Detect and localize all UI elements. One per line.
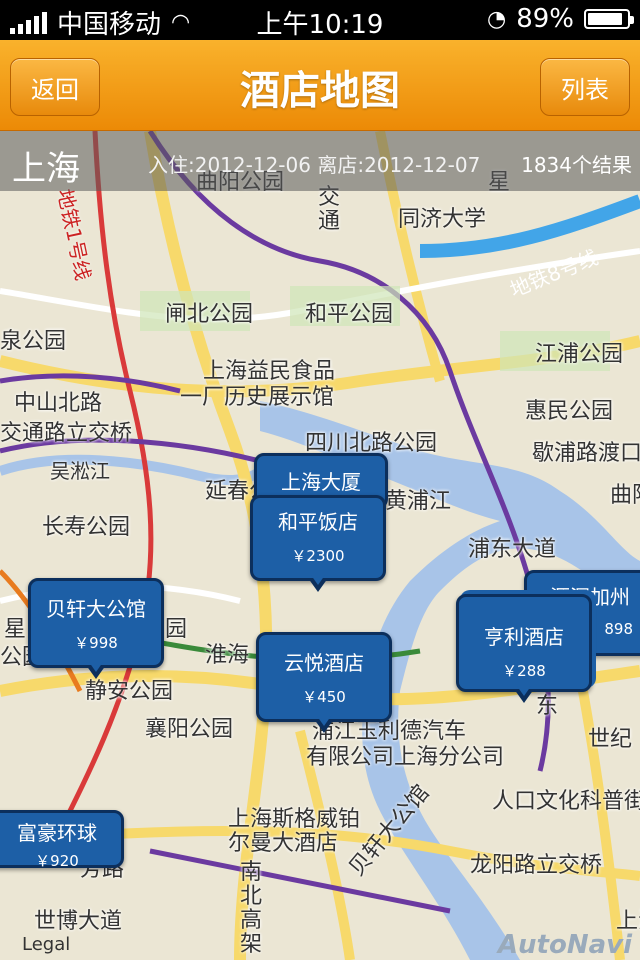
map-label: 交通: [318, 185, 341, 234]
hotel-pin[interactable]: 云悦酒店 ￥450: [256, 632, 392, 733]
map-label: 园: [165, 617, 188, 642]
pin-pointer: [86, 662, 106, 679]
map-label: 人口文化科普街: [492, 789, 640, 814]
map-label: 曲阳路: [610, 483, 640, 508]
hotel-name: 贝轩大公馆: [46, 597, 146, 621]
list-button[interactable]: 列表: [540, 58, 630, 116]
hotel-price: ￥998: [74, 634, 118, 652]
hotel-price: ￥2300: [291, 547, 345, 565]
search-info-bar: 上海 入住:2012-12-06 离店:2012-12-07 1834个结果: [0, 131, 640, 191]
battery-icon: [584, 9, 634, 29]
hotel-pin[interactable]: 和平饭店 ￥2300: [250, 495, 386, 592]
hotel-name: 富豪环球: [17, 821, 97, 845]
map-label: 世纪: [588, 727, 633, 752]
map-provider-logo: AutoNavi: [497, 930, 632, 960]
hotel-pin[interactable]: 亨利酒店 ￥288: [456, 594, 592, 703]
map-label: 世博大道: [34, 909, 123, 934]
map-label: 尔曼大酒店: [228, 831, 339, 856]
map-label: 惠民公园: [525, 399, 614, 424]
map-label: 江浦公园: [535, 342, 624, 367]
map-label: 同济大学: [398, 207, 487, 232]
map-label: 歇浦路渡口: [532, 441, 640, 466]
map-label: 吴淞江: [50, 459, 110, 483]
hotel-pin[interactable]: 贝轩大公馆 ￥998: [28, 578, 164, 679]
map-label: 有限公司上海分公司: [306, 745, 505, 770]
map-label: 龙阳路立交桥: [470, 853, 603, 878]
hotel-pin[interactable]: 富豪环球 ￥920: [0, 810, 124, 870]
map-label: 泉公园: [0, 329, 67, 354]
pin-pointer: [314, 716, 334, 733]
hotel-price: ￥920: [35, 852, 79, 870]
map-label: 淮海: [205, 643, 250, 668]
map-label: 和平公园: [305, 302, 394, 327]
alarm-icon: ◔: [487, 6, 507, 32]
map-label: 交通路立交桥: [0, 421, 133, 446]
map-label: 襄阳公园: [145, 717, 234, 742]
map-label: 黄浦江: [385, 489, 452, 514]
result-count: 1834个结果: [521, 153, 632, 177]
battery-percent: 89%: [516, 4, 574, 34]
hotel-name: 和平饭店: [278, 510, 358, 534]
map-label: 浦东大道: [468, 537, 557, 562]
pin-pointer: [308, 575, 328, 592]
map-label: 南北高架: [240, 860, 263, 957]
hotel-name: 云悦酒店: [284, 651, 364, 675]
hotel-name: 上海大厦: [281, 470, 361, 494]
pin-pointer: [514, 686, 534, 703]
hotel-price: ￥288: [502, 662, 546, 680]
map-label: 一厂历史展示馆: [180, 385, 335, 410]
map-label: 长寿公园: [42, 515, 131, 540]
legal-link[interactable]: Legal: [22, 934, 70, 955]
nav-bar: 返回 酒店地图 列表: [0, 40, 640, 131]
map-label: 中山北路: [14, 391, 103, 416]
map-label: 闸北公园: [165, 302, 254, 327]
status-bar: 中国移动 ◠ 上午10:19 ◔ 89%: [0, 0, 640, 40]
dates-label: 入住:2012-12-06 离店:2012-12-07: [148, 153, 481, 177]
hotel-name: 亨利酒店: [484, 625, 564, 649]
hotel-price: ￥450: [302, 688, 346, 706]
city-label: 上海: [12, 149, 80, 189]
